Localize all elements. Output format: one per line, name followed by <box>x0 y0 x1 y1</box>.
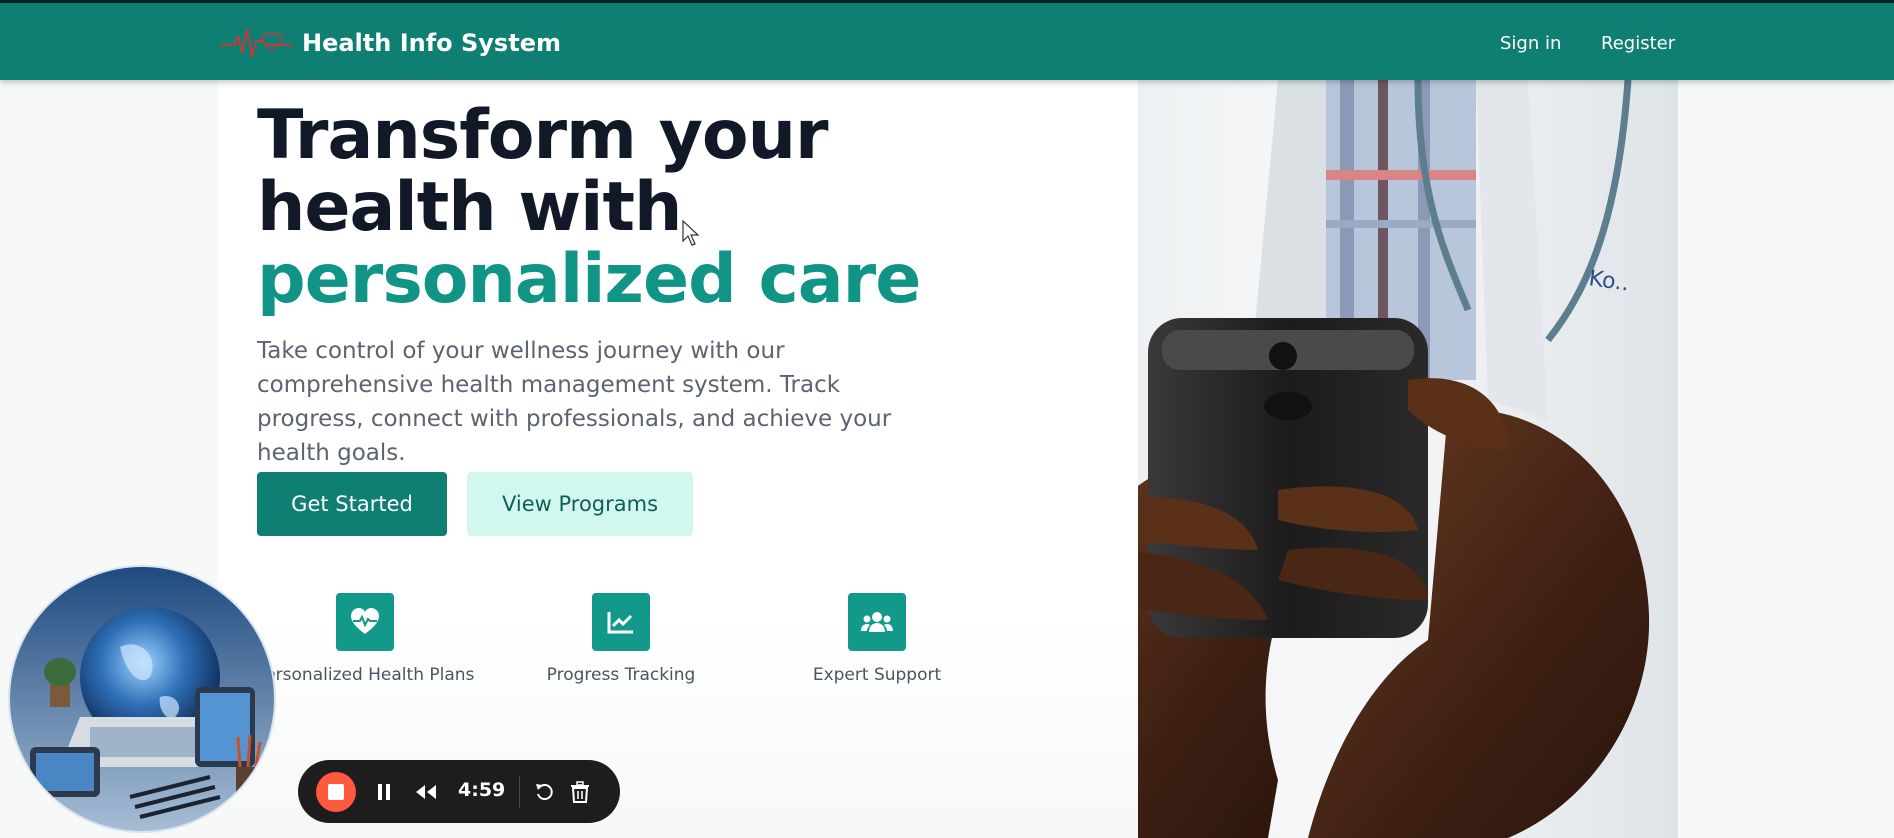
stop-icon <box>328 784 344 800</box>
headline-accent: personalized care <box>257 240 921 319</box>
pause-button[interactable] <box>370 778 398 806</box>
hero-description: Take control of your wellness journey wi… <box>257 338 892 466</box>
page-background-right <box>1678 80 1894 838</box>
heartbeat-logo-icon <box>220 28 292 58</box>
webcam-image <box>10 567 274 831</box>
sign-in-link[interactable]: Sign in <box>1500 33 1561 54</box>
register-link[interactable]: Register <box>1601 33 1675 54</box>
hero-headline: Transform your health with personalized … <box>257 100 977 316</box>
get-started-button[interactable]: Get Started <box>257 472 447 536</box>
heart-pulse-icon <box>336 593 394 651</box>
recording-timer: 4:59 <box>458 779 506 801</box>
toolbar-divider <box>519 776 520 808</box>
users-icon <box>848 593 906 651</box>
delete-recording-button[interactable] <box>566 778 594 806</box>
brand-title: Health Info System <box>302 29 561 57</box>
feature-progress-tracking: Progress Tracking <box>511 593 731 685</box>
rewind-icon <box>416 785 436 799</box>
restart-button[interactable] <box>530 778 558 806</box>
headline-line-1: Transform your <box>257 96 829 175</box>
feature-personalized-health-plans: Personalized Health Plans <box>255 593 475 685</box>
feature-label: Progress Tracking <box>546 665 696 685</box>
webcam-overlay[interactable] <box>8 565 276 833</box>
restart-icon <box>536 784 553 801</box>
chart-line-icon <box>592 593 650 651</box>
brand[interactable]: Health Info System <box>218 23 561 63</box>
headline-line-2: health with <box>257 168 682 247</box>
screen-recorder-toolbar: 4:59 <box>298 760 620 823</box>
top-navbar: Health Info System Sign in Register <box>0 0 1894 80</box>
view-programs-button[interactable]: View Programs <box>467 472 693 536</box>
mouse-cursor-icon <box>682 220 700 246</box>
stop-recording-button[interactable] <box>316 772 356 812</box>
trash-icon <box>571 781 589 803</box>
feature-expert-support: Expert Support <box>767 593 987 685</box>
feature-label: Personalized Health Plans <box>255 665 475 685</box>
feature-label: Expert Support <box>812 665 942 685</box>
rewind-button[interactable] <box>412 778 440 806</box>
pause-icon <box>378 784 390 800</box>
